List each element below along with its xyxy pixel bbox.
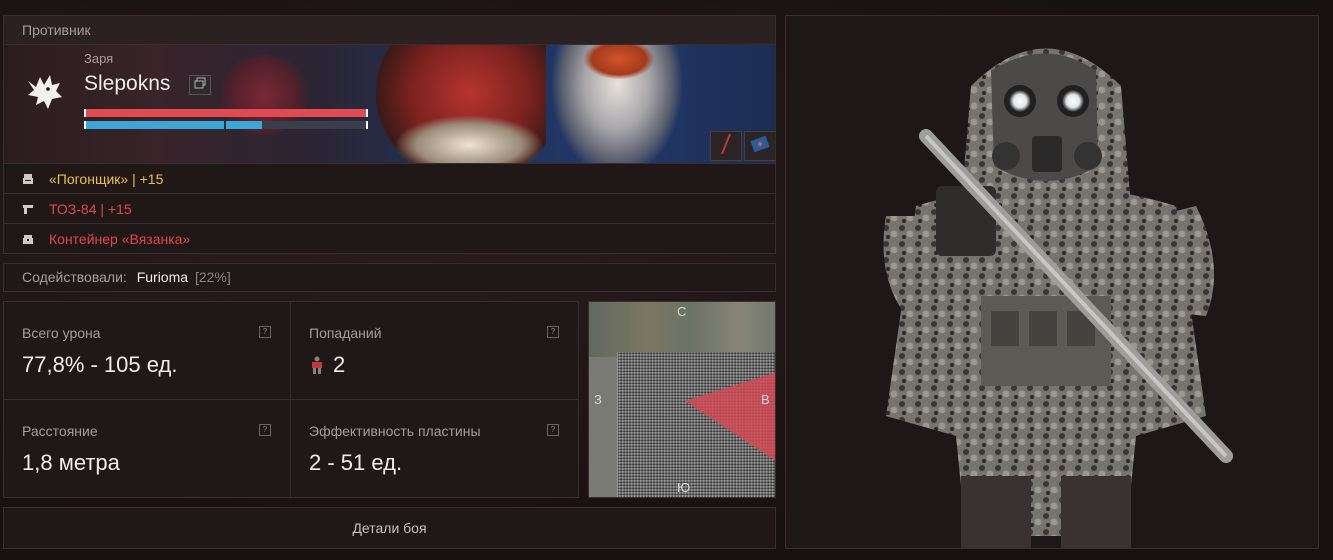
body-hit-icon — [309, 356, 325, 374]
armor-icon — [21, 172, 35, 186]
health-bar-fill — [86, 109, 366, 117]
compass-south: Ю — [677, 480, 691, 495]
loadout-weapon-label: ТОЗ-84 | +15 — [49, 200, 132, 217]
loadout-container[interactable]: Контейнер «Вязанка» — [4, 223, 775, 253]
stat-value: 2 — [333, 352, 346, 377]
stat-total-damage: Всего урона ? 77,8% - 105 ед. — [4, 302, 291, 400]
loadout-armor-label: «Погонщик» | +15 — [49, 170, 164, 187]
wolf-icon — [22, 71, 66, 115]
stat-value: 1,8 метра — [22, 450, 120, 475]
minimap[interactable]: С З В Ю — [588, 301, 776, 498]
medkit-icon — [750, 135, 770, 158]
stats-grid: Всего урона ? 77,8% - 105 ед. Попаданий … — [3, 301, 579, 498]
assisted-player[interactable]: Furioma — [137, 269, 188, 285]
copy-icon — [194, 76, 206, 94]
opponent-panel: Противник Заря Slepokns «Погонщик» | +15… — [3, 15, 776, 254]
player-banner: Заря Slepokns — [4, 45, 775, 163]
armor-bar — [84, 121, 368, 129]
help-icon[interactable]: ? — [547, 424, 559, 436]
help-icon[interactable]: ? — [259, 424, 271, 436]
stat-value-wrap: 2 — [309, 352, 345, 378]
stat-value: 77,8% - 105 ед. — [22, 352, 178, 377]
faction-name: Заря — [84, 51, 114, 66]
medkit-slot[interactable] — [744, 131, 775, 161]
battle-details-button[interactable]: Детали боя — [3, 507, 776, 549]
compass-east: В — [761, 392, 770, 407]
stat-label: Эффективность пластины — [309, 423, 481, 439]
stat-label: Расстояние — [22, 423, 98, 439]
health-bar — [84, 109, 368, 117]
loadout-container-label: Контейнер «Вязанка» — [49, 230, 191, 247]
stat-distance: Расстояние ? 1,8 метра — [4, 400, 291, 498]
banner-art-right-hair — [584, 45, 654, 79]
compass-north: С — [677, 304, 687, 319]
loadout-weapon[interactable]: ТОЗ-84 | +15 — [4, 193, 775, 223]
loadout-armor[interactable]: «Погонщик» | +15 — [4, 163, 775, 193]
compass-west: З — [594, 392, 602, 407]
stat-label: Попаданий — [309, 325, 382, 341]
player-nickname: Slepokns — [84, 72, 171, 95]
copy-button[interactable] — [189, 75, 211, 95]
soldier-model — [883, 48, 1233, 548]
armor-bar-fill — [86, 121, 263, 129]
knife-slot[interactable] — [710, 131, 742, 161]
container-icon — [21, 232, 35, 246]
stat-hits: Попаданий ? 2 — [291, 302, 578, 400]
stat-value: 2 - 51 ед. — [309, 450, 403, 475]
assisted-label: Содействовали: — [22, 269, 127, 285]
armor-bar-tick — [224, 121, 226, 129]
assisted-row: Содействовали: Furioma [22%] — [3, 263, 776, 292]
character-viewer[interactable] — [785, 15, 1319, 549]
section-title: Противник — [4, 16, 775, 45]
gun-icon — [21, 202, 35, 216]
assisted-percent: [22%] — [194, 269, 231, 285]
banner-art-left-detail — [394, 115, 544, 163]
attack-direction-cone — [685, 372, 775, 461]
stat-plate-efficiency: Эффективность пластины ? 2 - 51 ед. — [291, 400, 578, 498]
knife-icon — [719, 132, 733, 161]
stat-label: Всего урона — [22, 325, 101, 341]
help-icon[interactable]: ? — [259, 326, 271, 338]
help-icon[interactable]: ? — [547, 326, 559, 338]
